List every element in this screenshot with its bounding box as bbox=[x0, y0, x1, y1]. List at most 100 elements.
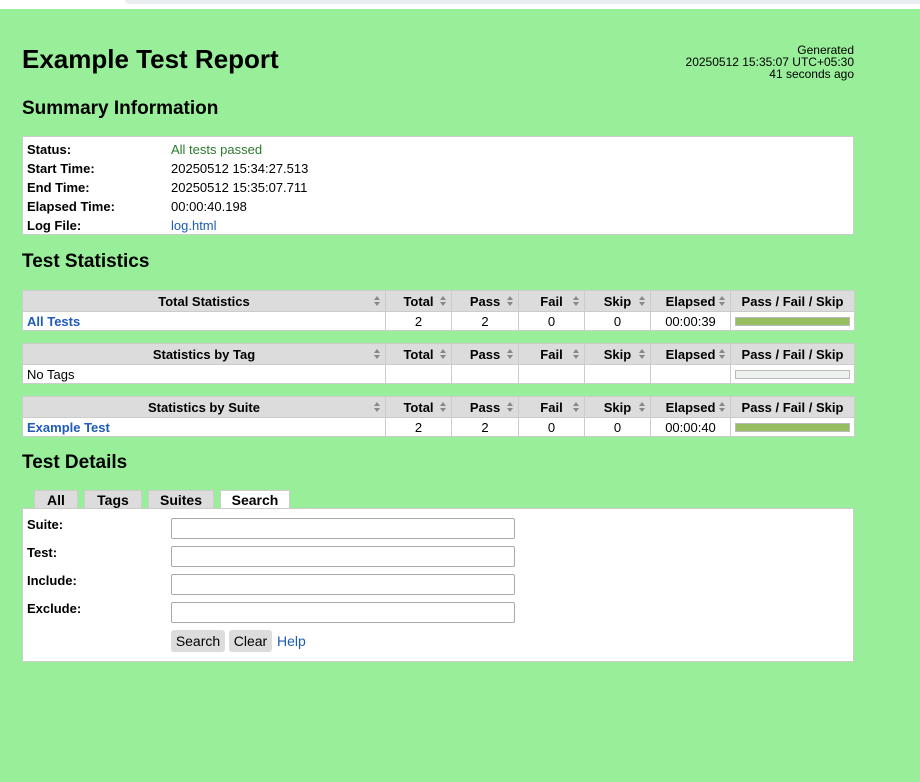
end-time-label: End Time: bbox=[27, 180, 90, 195]
sort-icon bbox=[719, 296, 726, 306]
pass-cell: 2 bbox=[451, 417, 519, 437]
suite-statistics-table: Statistics by Suite Total Pass Fail Skip… bbox=[22, 396, 855, 437]
pass-bar-fill bbox=[736, 317, 849, 325]
fail-cell: 0 bbox=[518, 311, 585, 331]
include-input[interactable] bbox=[171, 574, 515, 595]
suite-statistics-header[interactable]: Statistics by Suite bbox=[22, 396, 386, 418]
pass-bar-fill bbox=[736, 423, 849, 431]
row-name-cell: All Tests bbox=[22, 311, 386, 331]
status-label: Status: bbox=[27, 142, 72, 157]
summary-row-log: Log File: log.html bbox=[27, 216, 308, 235]
tag-statistics-header[interactable]: Statistics by Tag bbox=[22, 343, 386, 365]
total-statistics-table: Total Statistics Total Pass Fail Skip El… bbox=[22, 290, 855, 331]
graph-cell bbox=[730, 364, 855, 384]
skip-column-header[interactable]: Skip bbox=[584, 343, 651, 365]
skip-cell bbox=[584, 364, 651, 384]
pass-column-label: Pass bbox=[469, 346, 501, 362]
fail-cell bbox=[518, 364, 585, 384]
exclude-input[interactable] bbox=[171, 602, 515, 623]
total-column-label: Total bbox=[403, 346, 434, 362]
total-column-header[interactable]: Total bbox=[385, 396, 452, 418]
skip-cell: 0 bbox=[584, 417, 651, 437]
table-row: Example Test 2 2 0 0 00:00:40 bbox=[22, 417, 855, 437]
graph-cell bbox=[730, 311, 855, 331]
table-row: All Tests 2 2 0 0 00:00:39 bbox=[22, 311, 855, 331]
total-statistics-header[interactable]: Total Statistics bbox=[22, 290, 386, 312]
all-tests-link[interactable]: All Tests bbox=[27, 314, 80, 329]
summary-row-start: Start Time: 20250512 15:34:27.513 bbox=[27, 159, 308, 178]
elapsed-time-label: Elapsed Time: bbox=[27, 199, 115, 214]
sort-icon bbox=[573, 349, 580, 359]
pass-column-header[interactable]: Pass bbox=[451, 290, 519, 312]
details-heading: Test Details bbox=[22, 452, 128, 473]
elapsed-column-header[interactable]: Elapsed bbox=[650, 343, 731, 365]
tab-suites[interactable]: Suites bbox=[148, 490, 214, 509]
start-time-label: Start Time: bbox=[27, 161, 95, 176]
fail-cell: 0 bbox=[518, 417, 585, 437]
log-file-link[interactable]: log.html bbox=[171, 218, 217, 233]
address-bar-edge bbox=[125, 0, 920, 4]
pass-fail-skip-bar bbox=[735, 316, 850, 326]
sort-icon bbox=[374, 349, 381, 359]
total-column-header[interactable]: Total bbox=[385, 290, 452, 312]
summary-row-status: Status: All tests passed bbox=[27, 140, 308, 159]
help-link[interactable]: Help bbox=[277, 633, 306, 649]
skip-column-label: Skip bbox=[603, 293, 632, 309]
statistics-heading: Test Statistics bbox=[22, 251, 150, 272]
pass-fail-skip-bar bbox=[735, 369, 850, 379]
suite-input[interactable] bbox=[171, 518, 515, 539]
total-column-header[interactable]: Total bbox=[385, 343, 452, 365]
suite-field-label: Suite: bbox=[27, 517, 64, 532]
pass-column-header[interactable]: Pass bbox=[451, 396, 519, 418]
elapsed-cell: 00:00:40 bbox=[650, 417, 731, 437]
example-test-link[interactable]: Example Test bbox=[27, 420, 110, 435]
tab-tags[interactable]: Tags bbox=[84, 490, 142, 509]
elapsed-cell: 00:00:39 bbox=[650, 311, 731, 331]
elapsed-column-header[interactable]: Elapsed bbox=[650, 290, 731, 312]
report-header: Example Test Report Generated 20250512 1… bbox=[22, 44, 854, 84]
fail-column-header[interactable]: Fail bbox=[518, 396, 585, 418]
pass-column-header[interactable]: Pass bbox=[451, 343, 519, 365]
total-cell: 2 bbox=[385, 417, 452, 437]
fail-column-header[interactable]: Fail bbox=[518, 290, 585, 312]
tab-all[interactable]: All bbox=[34, 490, 78, 509]
table-row: No Tags bbox=[22, 364, 855, 384]
log-file-label: Log File: bbox=[27, 218, 82, 233]
graph-column-header: Pass / Fail / Skip bbox=[730, 396, 855, 418]
row-name-cell: Example Test bbox=[22, 417, 386, 437]
pass-column-label: Pass bbox=[469, 399, 501, 415]
total-cell bbox=[385, 364, 452, 384]
graph-column-header: Pass / Fail / Skip bbox=[730, 343, 855, 365]
summary-row-end: End Time: 20250512 15:35:07.711 bbox=[27, 178, 308, 197]
test-input[interactable] bbox=[171, 546, 515, 567]
sort-icon bbox=[374, 296, 381, 306]
elapsed-column-label: Elapsed bbox=[665, 399, 716, 415]
sort-icon bbox=[719, 402, 726, 412]
skip-cell: 0 bbox=[584, 311, 651, 331]
suite-statistics-title: Statistics by Suite bbox=[148, 399, 260, 415]
skip-column-label: Skip bbox=[603, 346, 632, 362]
fail-column-header[interactable]: Fail bbox=[518, 343, 585, 365]
sort-icon bbox=[507, 402, 514, 412]
elapsed-time-value: 00:00:40.198 bbox=[171, 199, 247, 214]
search-panel: Suite: Test: Include: Exclude: Search Cl… bbox=[22, 508, 854, 662]
sort-icon bbox=[440, 402, 447, 412]
pass-fail-skip-bar bbox=[735, 422, 850, 432]
browser-top-bar bbox=[0, 0, 920, 9]
elapsed-column-label: Elapsed bbox=[665, 293, 716, 309]
no-tags-cell: No Tags bbox=[22, 364, 386, 384]
sort-icon bbox=[573, 402, 580, 412]
elapsed-column-header[interactable]: Elapsed bbox=[650, 396, 731, 418]
sort-icon bbox=[507, 349, 514, 359]
search-button[interactable]: Search bbox=[171, 630, 225, 652]
skip-column-label: Skip bbox=[603, 399, 632, 415]
clear-button[interactable]: Clear bbox=[229, 630, 272, 652]
total-column-label: Total bbox=[403, 293, 434, 309]
status-value: All tests passed bbox=[171, 142, 263, 157]
sort-icon bbox=[573, 296, 580, 306]
graph-column-header: Pass / Fail / Skip bbox=[730, 290, 855, 312]
skip-column-header[interactable]: Skip bbox=[584, 290, 651, 312]
skip-column-header[interactable]: Skip bbox=[584, 396, 651, 418]
pass-cell: 2 bbox=[451, 311, 519, 331]
pass-cell bbox=[451, 364, 519, 384]
